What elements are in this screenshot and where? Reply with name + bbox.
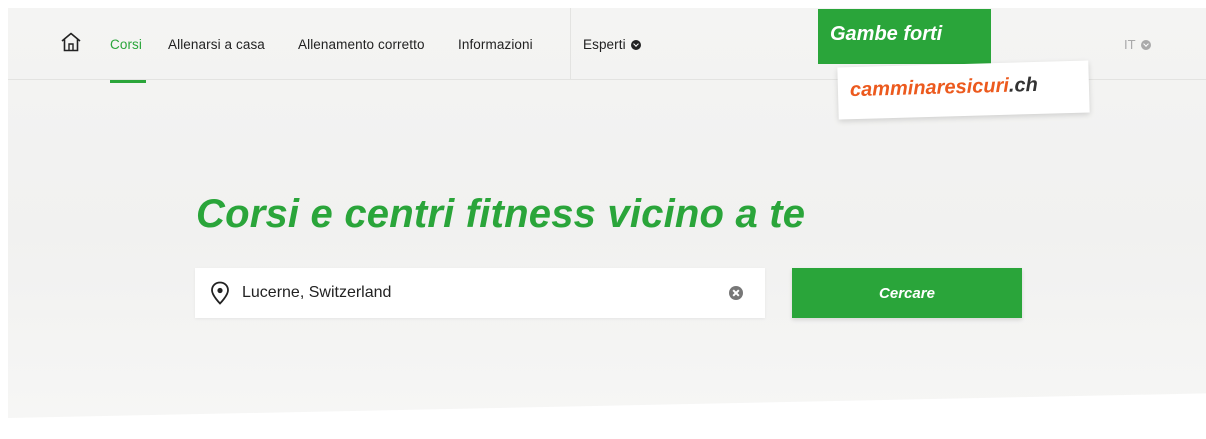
nav-item-informazioni[interactable]: Informazioni	[458, 37, 533, 52]
nav-item-esperti[interactable]: Esperti	[583, 37, 641, 52]
brand-part-sicuri: sicuri	[955, 74, 1010, 99]
brand-part-camminare: camminare	[849, 76, 956, 102]
brand-part-ch: .ch	[1008, 73, 1039, 97]
brand-logo-camminaresicuri[interactable]: camminaresicuri.ch	[837, 60, 1090, 120]
brand-line1: Gambe forti	[830, 23, 943, 45]
nav-divider	[570, 8, 571, 80]
home-icon[interactable]	[60, 32, 82, 52]
chevron-down-icon	[630, 40, 641, 50]
location-search-input[interactable]	[242, 268, 712, 318]
language-selector[interactable]: IT	[1124, 37, 1151, 52]
hero-headline: Corsi e centri fitness vicino a te	[196, 192, 806, 236]
nav-item-esperti-label: Esperti	[583, 37, 626, 52]
active-tab-indicator	[110, 80, 146, 83]
brand-logo-gambe-forti[interactable]: Gambe forti	[818, 9, 991, 64]
chevron-down-icon	[1140, 40, 1151, 50]
search-button[interactable]: Cercare	[792, 268, 1022, 318]
language-label: IT	[1124, 37, 1136, 52]
nav-item-allenamento-corretto[interactable]: Allenamento corretto	[298, 37, 425, 52]
clear-icon[interactable]	[729, 286, 743, 300]
location-search-box	[195, 268, 765, 318]
nav-item-corsi[interactable]: Corsi	[110, 37, 142, 52]
location-pin-icon	[211, 281, 229, 305]
page: Corsi Allenarsi a casa Allenamento corre…	[8, 8, 1206, 439]
nav-item-allenarsi-a-casa[interactable]: Allenarsi a casa	[168, 37, 265, 52]
